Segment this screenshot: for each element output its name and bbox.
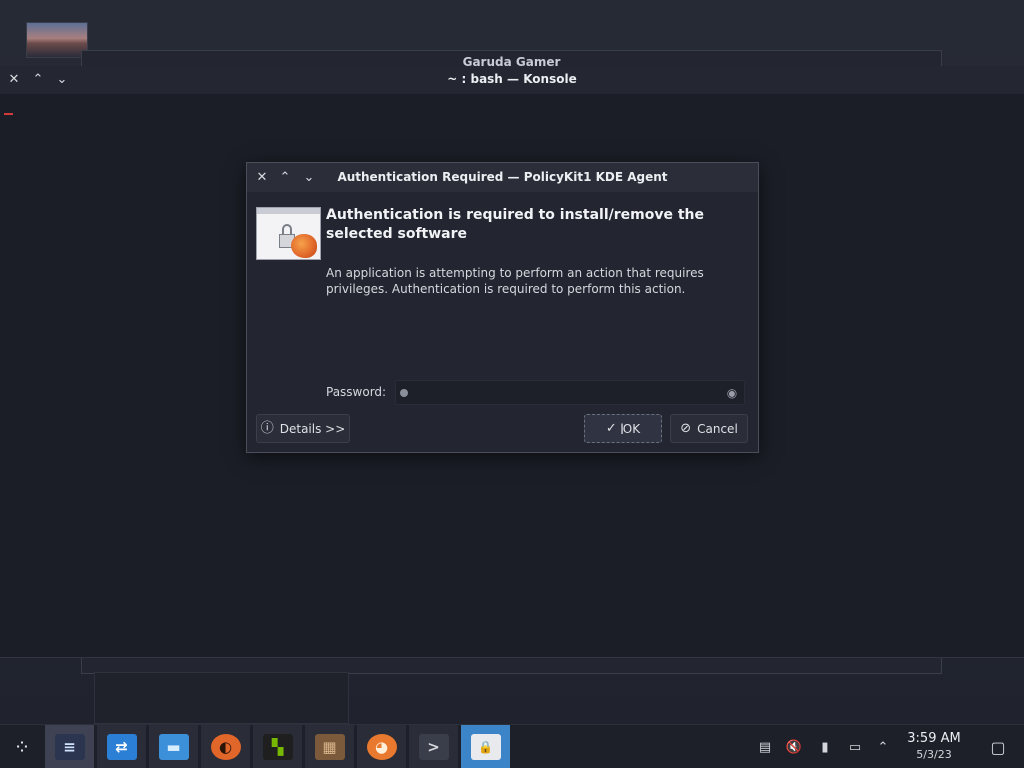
taskbar: ⁘ ≡ ⇄ ▬ ◐ ▚ ▦ ◕ > 🔒 ▤ 🔇 ▮ ▭ ⌃ 3:59 AM 5/… <box>0 724 1024 768</box>
task-konsole[interactable]: > <box>408 725 458 768</box>
task-garuda-gamer[interactable]: ◐ <box>200 725 250 768</box>
auth-dialog: ✕ ⌃ ⌄ Authentication Required — PolicyKi… <box>246 162 759 453</box>
clock-time[interactable]: 3:59 AM <box>898 731 970 746</box>
settings-icon: ≡ <box>54 733 85 760</box>
info-icon: ⓘ <box>260 421 274 436</box>
cancel-icon: ⊘ <box>680 421 692 436</box>
auth-lock-icon <box>256 207 321 260</box>
volume-muted-icon[interactable]: 🔇 <box>785 738 803 756</box>
konsole-title: ~ : bash — Konsole <box>447 72 577 86</box>
cancel-button-label: Cancel <box>697 421 738 436</box>
eagle-icon: ◕ <box>366 733 397 760</box>
folder-icon: ▬ <box>158 733 189 760</box>
clock-date[interactable]: 5/3/23 <box>898 748 970 761</box>
show-password-icon[interactable]: ◉ <box>724 385 740 401</box>
task-policykit[interactable]: 🔒 <box>460 725 510 768</box>
clipboard-icon[interactable]: ▤ <box>756 738 774 756</box>
lock-icon: 🔒 <box>470 733 501 760</box>
cancel-button[interactable]: ⊘ Cancel <box>670 414 748 443</box>
check-icon: ✓ <box>605 421 617 436</box>
terminal-icon: > <box>418 733 449 760</box>
nvidia-icon: ▚ <box>262 733 293 760</box>
text-cursor-icon: I <box>620 422 625 438</box>
garuda-gamer-icon: ◐ <box>210 733 241 760</box>
task-system-settings[interactable]: ≡ <box>44 725 94 768</box>
discover-icon: ⇄ <box>106 733 137 760</box>
battery-icon[interactable]: ▮ <box>816 738 834 756</box>
task-minecraft[interactable]: ▦ <box>304 725 354 768</box>
konsole-titlebar[interactable]: ✕ ⌃ ⌄ ~ : bash — Konsole <box>0 66 1024 94</box>
password-field[interactable]: ◉ <box>395 380 745 405</box>
task-nvidia[interactable]: ▚ <box>252 725 302 768</box>
password-label: Password: <box>326 385 387 399</box>
dialog-message: An application is attempting to perform … <box>326 266 704 296</box>
wallpaper-thumbnail <box>26 22 88 58</box>
expand-tray-icon[interactable]: ⌃ <box>874 738 892 756</box>
task-garuda-eagle[interactable]: ◕ <box>356 725 406 768</box>
task-discover[interactable]: ⇄ <box>96 725 146 768</box>
garuda-logo-icon <box>291 234 317 258</box>
network-icon[interactable]: ▭ <box>846 738 864 756</box>
dialog-title: Authentication Required — PolicyKit1 KDE… <box>337 170 668 184</box>
details-button[interactable]: ⓘ Details >> <box>256 414 350 443</box>
background-window-strip <box>94 672 349 724</box>
application-launcher-icon[interactable]: ⁘ <box>6 731 38 763</box>
terminal-cursor <box>4 113 13 115</box>
password-dot-icon <box>400 389 408 397</box>
dialog-heading: Authentication is required to install/re… <box>326 207 704 242</box>
crafting-table-icon: ▦ <box>314 733 345 760</box>
details-button-label: Details >> <box>279 421 346 436</box>
task-file-manager[interactable]: ▬ <box>148 725 198 768</box>
show-desktop-icon[interactable]: ▢ <box>989 738 1007 757</box>
dialog-titlebar[interactable]: ✕ ⌃ ⌄ Authentication Required — PolicyKi… <box>247 163 758 192</box>
